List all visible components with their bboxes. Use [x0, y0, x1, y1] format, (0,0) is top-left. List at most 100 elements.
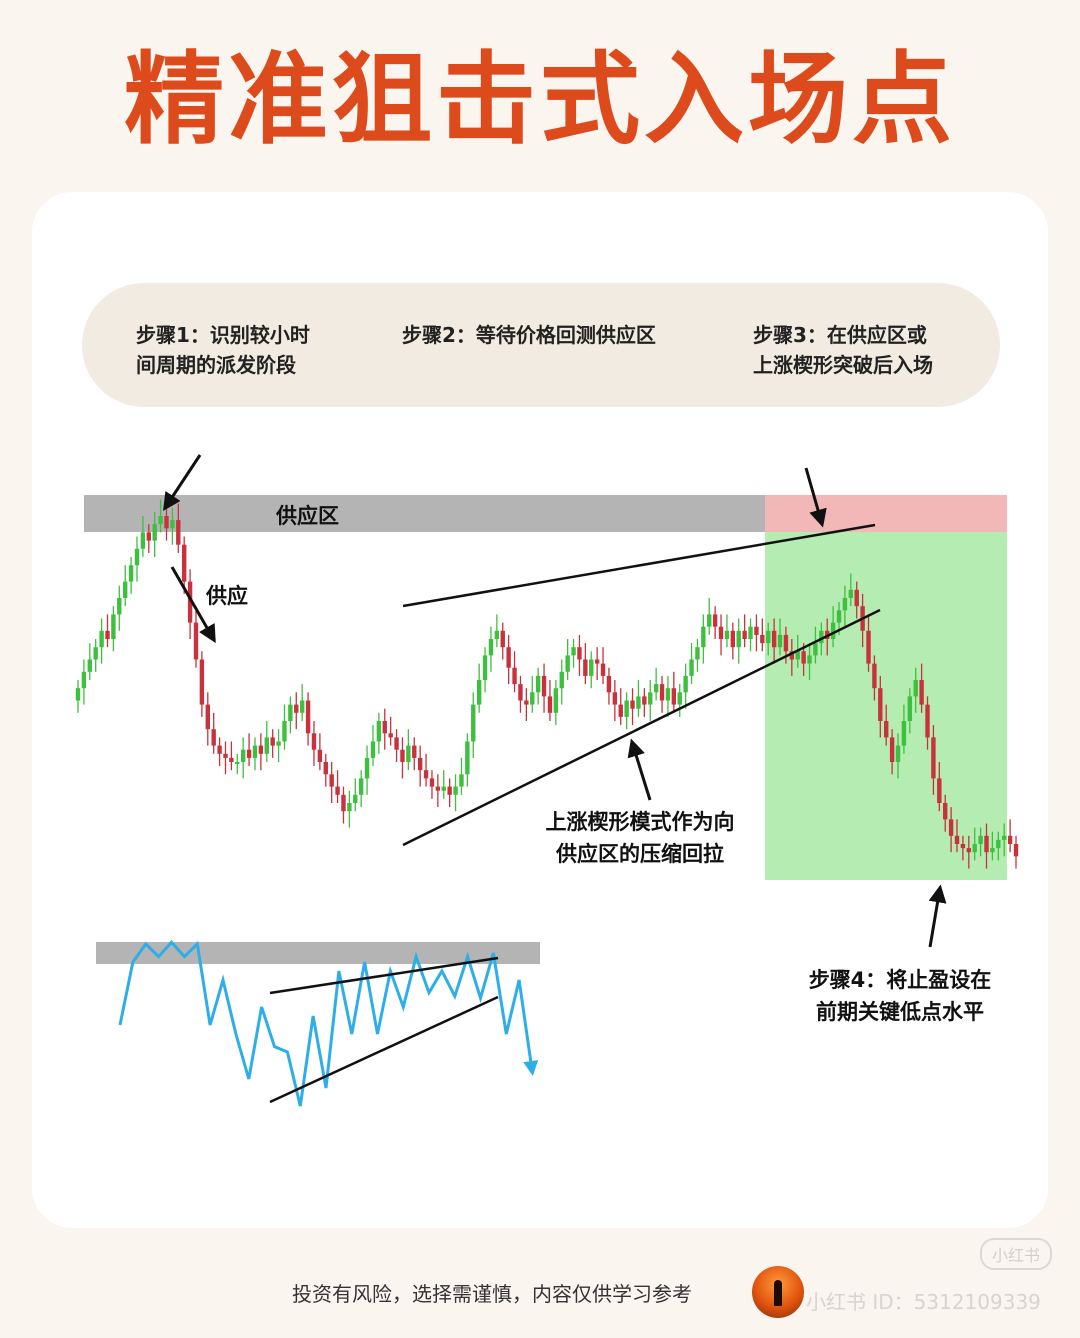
candle-bear	[884, 721, 889, 738]
candle-bull	[766, 630, 771, 644]
candle-bull	[117, 598, 122, 615]
candle-bull	[81, 671, 87, 689]
candle-bear	[937, 778, 942, 803]
candle-bull	[441, 786, 446, 791]
candle-bull	[152, 524, 157, 541]
candle-bear	[294, 704, 299, 713]
candle-bull	[406, 745, 411, 762]
candle-bull	[830, 622, 836, 639]
candle-bull	[465, 741, 470, 775]
candle-bear	[417, 757, 423, 771]
candle-bull	[689, 659, 694, 676]
candle-bull	[683, 675, 688, 693]
candle-bull	[653, 684, 659, 693]
candle-bull	[358, 778, 364, 795]
supply-zone-label: 供应区	[276, 504, 339, 528]
candle-bear	[518, 684, 523, 701]
candle-bear	[583, 659, 588, 676]
arrow-wedge	[627, 738, 652, 801]
candle-bear	[671, 688, 677, 705]
candle-bear	[400, 749, 405, 762]
candle-bear	[305, 700, 311, 734]
candle-bear	[164, 516, 169, 529]
candle-bear	[500, 630, 505, 648]
candle-bear	[447, 786, 452, 795]
candle-bull	[276, 741, 281, 746]
candle-bear	[600, 663, 606, 676]
candle-bull	[170, 520, 175, 529]
step-4-label: 步骤4：将止盈设在 前期关键低点水平	[808, 968, 992, 1024]
candle-bull	[895, 745, 901, 762]
candle-bull	[347, 803, 352, 812]
candle-bull	[648, 692, 653, 705]
candle-bear	[181, 544, 187, 582]
candle-bear	[718, 626, 724, 639]
candle-bull	[559, 671, 564, 689]
candle-bear	[606, 675, 612, 693]
mini-line-series	[118, 939, 539, 1107]
candle-bear	[742, 630, 747, 639]
candle-bull	[353, 794, 358, 803]
candle-bear	[1007, 835, 1013, 844]
candle-bull	[978, 835, 983, 844]
candle-bear	[382, 721, 387, 734]
candle-bear	[954, 835, 960, 844]
candle-bull	[677, 692, 682, 705]
candle-bear	[931, 737, 936, 779]
candle-bull	[235, 762, 240, 764]
candle-bull	[748, 626, 753, 639]
candle-bull	[535, 675, 541, 693]
candle-bull	[907, 696, 913, 721]
candle-bull	[836, 610, 842, 623]
supply-zone-band	[84, 495, 765, 532]
candle-bear	[889, 737, 895, 762]
candle-bear	[258, 745, 264, 754]
candle-bull	[471, 704, 476, 742]
chart-area	[75, 454, 1019, 1107]
candle-bull	[813, 643, 818, 656]
candle-bear	[146, 532, 151, 541]
candle-bear	[246, 749, 252, 758]
candle-bear	[388, 733, 393, 738]
candle-bear	[323, 762, 328, 775]
candle-bear	[642, 696, 647, 705]
candle-bull	[128, 565, 134, 582]
watermark-text: 小红书 ID：5312109339	[806, 1290, 1041, 1314]
candle-bear	[311, 733, 317, 750]
candle-bull	[459, 774, 464, 787]
candle-bear	[730, 630, 736, 648]
candle-bull	[695, 647, 700, 660]
candle-bull	[93, 647, 98, 660]
candle-bull	[624, 700, 629, 717]
candle-bull	[807, 655, 812, 664]
candle-bear	[960, 844, 966, 849]
candle-bull	[240, 749, 246, 762]
candle-bear	[594, 659, 600, 664]
candle-bull	[158, 516, 163, 525]
candle-bull	[665, 688, 671, 701]
candle-bull	[99, 630, 104, 648]
candle-bull	[488, 639, 494, 656]
candle-bull	[122, 581, 128, 598]
candle-bear	[547, 696, 553, 713]
candle-bull	[530, 692, 535, 705]
candle-bear	[205, 704, 210, 730]
candle-bull	[282, 721, 287, 742]
candle-bear	[1013, 844, 1019, 857]
supply-label: 供应	[206, 584, 248, 608]
candle-bear	[659, 684, 665, 701]
candle-bull	[848, 589, 854, 598]
candle-bull	[777, 634, 783, 648]
candle-bear	[394, 737, 399, 750]
candle-bear	[341, 794, 346, 812]
wedge-label: 上涨楔形模式作为向 供应区的压缩回拉	[545, 810, 735, 866]
candle-bear	[760, 634, 765, 644]
candle-bear	[618, 704, 623, 717]
candle-bull	[724, 630, 730, 639]
candle-bear	[866, 630, 871, 664]
candle-bear	[412, 745, 417, 758]
candle-bull	[299, 700, 305, 713]
candle-bear	[872, 663, 877, 689]
candle-bear	[506, 647, 511, 668]
logo-icon	[752, 1266, 804, 1318]
